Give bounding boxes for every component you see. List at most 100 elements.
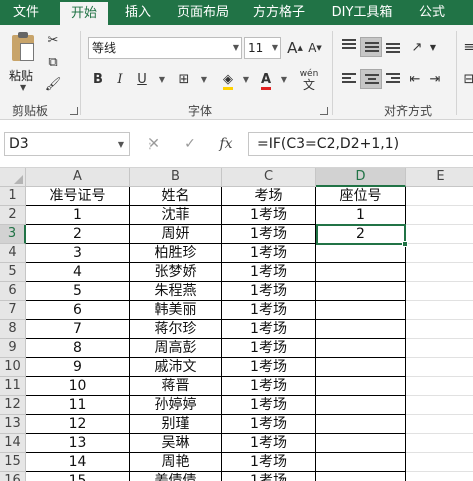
- name-box[interactable]: D3 ▼: [4, 132, 130, 156]
- column-header-c[interactable]: C: [222, 168, 316, 187]
- cell-b1[interactable]: 姓名: [130, 187, 222, 206]
- cell-a4[interactable]: 3: [26, 244, 130, 263]
- merge-center-icon[interactable]: ⊟: [460, 70, 473, 88]
- cell-e13[interactable]: [406, 415, 473, 434]
- cell-a5[interactable]: 4: [26, 263, 130, 282]
- cell-e14[interactable]: [406, 434, 473, 453]
- paste-button[interactable]: 粘贴 ▼: [6, 32, 40, 92]
- cell-a1[interactable]: 准号证号: [26, 187, 130, 206]
- formula-input[interactable]: =IF(C3=C2,D2+1,1): [248, 132, 473, 156]
- column-header-d[interactable]: D: [316, 168, 406, 187]
- align-top-button[interactable]: [338, 37, 360, 57]
- cell-a11[interactable]: 10: [26, 377, 130, 396]
- copy-icon[interactable]: ⧉: [44, 53, 62, 71]
- row-header[interactable]: 8: [0, 320, 26, 339]
- cell-d15[interactable]: [316, 453, 406, 472]
- cell-c8[interactable]: 1考场: [222, 320, 316, 339]
- cell-d4[interactable]: [316, 244, 406, 263]
- cell-e12[interactable]: [406, 396, 473, 415]
- fill-color-icon[interactable]: ◈: [218, 69, 238, 91]
- cell-d11[interactable]: [316, 377, 406, 396]
- cell-c12[interactable]: 1考场: [222, 396, 316, 415]
- cell-a10[interactable]: 9: [26, 358, 130, 377]
- cell-a3[interactable]: 2: [26, 225, 130, 244]
- font-name-select[interactable]: 等线 ▼: [88, 37, 242, 59]
- cell-c9[interactable]: 1考场: [222, 339, 316, 358]
- cell-a6[interactable]: 5: [26, 282, 130, 301]
- align-left-button[interactable]: [338, 69, 360, 89]
- select-all-button[interactable]: [0, 168, 26, 187]
- cell-b7[interactable]: 韩美丽: [130, 301, 222, 320]
- cell-d10[interactable]: [316, 358, 406, 377]
- cell-e5[interactable]: [406, 263, 473, 282]
- cell-b9[interactable]: 周高彭: [130, 339, 222, 358]
- row-header[interactable]: 5: [0, 263, 26, 282]
- cell-a9[interactable]: 8: [26, 339, 130, 358]
- underline-button[interactable]: U: [132, 69, 152, 91]
- cell-c7[interactable]: 1考场: [222, 301, 316, 320]
- cell-b10[interactable]: 戚沛文: [130, 358, 222, 377]
- row-header[interactable]: 13: [0, 415, 26, 434]
- cell-b6[interactable]: 朱程燕: [130, 282, 222, 301]
- chevron-down-icon[interactable]: ▼: [274, 69, 294, 91]
- phonetic-guide-icon[interactable]: wén 文: [296, 69, 322, 91]
- cut-icon[interactable]: ✂: [44, 31, 62, 49]
- tab-home[interactable]: 开始: [60, 2, 108, 25]
- format-painter-icon[interactable]: 🖌: [44, 75, 62, 93]
- row-header[interactable]: 16: [0, 472, 26, 481]
- cell-d2[interactable]: 1: [316, 206, 406, 225]
- cell-d1[interactable]: 座位号: [316, 187, 406, 206]
- row-header[interactable]: 15: [0, 453, 26, 472]
- cell-d14[interactable]: [316, 434, 406, 453]
- cell-b11[interactable]: 蒋晋: [130, 377, 222, 396]
- cell-a13[interactable]: 12: [26, 415, 130, 434]
- align-middle-button[interactable]: [360, 37, 382, 57]
- font-launcher-icon[interactable]: [320, 107, 328, 115]
- cell-b16[interactable]: 姜倩倩: [130, 472, 222, 481]
- row-header[interactable]: 7: [0, 301, 26, 320]
- chevron-down-icon[interactable]: ▼: [152, 69, 172, 91]
- column-header-a[interactable]: A: [26, 168, 130, 187]
- cell-d8[interactable]: [316, 320, 406, 339]
- cell-b2[interactable]: 沈菲: [130, 206, 222, 225]
- cell-a2[interactable]: 1: [26, 206, 130, 225]
- tab-fangfanggezi[interactable]: 方方格子: [246, 0, 312, 25]
- cell-c3[interactable]: 1考场: [222, 225, 316, 244]
- cell-b12[interactable]: 孙婷婷: [130, 396, 222, 415]
- cell-e1[interactable]: [406, 187, 473, 206]
- font-color-icon[interactable]: A: [256, 69, 276, 91]
- tab-formulas[interactable]: 公式: [410, 0, 454, 25]
- cell-e10[interactable]: [406, 358, 473, 377]
- cell-d12[interactable]: [316, 396, 406, 415]
- row-header[interactable]: 2: [0, 206, 26, 225]
- cell-c4[interactable]: 1考场: [222, 244, 316, 263]
- cell-e9[interactable]: [406, 339, 473, 358]
- row-header[interactable]: 12: [0, 396, 26, 415]
- cell-c15[interactable]: 1考场: [222, 453, 316, 472]
- fill-handle[interactable]: [402, 241, 408, 247]
- align-center-button[interactable]: [360, 69, 382, 89]
- row-header[interactable]: 6: [0, 282, 26, 301]
- align-right-button[interactable]: [382, 69, 404, 89]
- cell-a15[interactable]: 14: [26, 453, 130, 472]
- row-header[interactable]: 4: [0, 244, 26, 263]
- cell-b15[interactable]: 周艳: [130, 453, 222, 472]
- decrease-font-icon[interactable]: A ▼: [306, 39, 324, 57]
- cell-a7[interactable]: 6: [26, 301, 130, 320]
- increase-indent-icon[interactable]: ⇥: [426, 70, 444, 88]
- cell-b14[interactable]: 吴琳: [130, 434, 222, 453]
- align-bottom-button[interactable]: [382, 37, 404, 57]
- cell-b4[interactable]: 柏胜珍: [130, 244, 222, 263]
- cell-e8[interactable]: [406, 320, 473, 339]
- row-header[interactable]: 9: [0, 339, 26, 358]
- cell-c13[interactable]: 1考场: [222, 415, 316, 434]
- cancel-icon[interactable]: ✕: [142, 132, 166, 156]
- increase-font-icon[interactable]: A ▲: [286, 39, 304, 57]
- cell-d3[interactable]: 2: [316, 225, 406, 244]
- cell-d13[interactable]: [316, 415, 406, 434]
- cell-d16[interactable]: [316, 472, 406, 481]
- enter-icon[interactable]: ✓: [178, 132, 202, 156]
- cell-c2[interactable]: 1考场: [222, 206, 316, 225]
- cell-e11[interactable]: [406, 377, 473, 396]
- column-header-e[interactable]: E: [406, 168, 473, 187]
